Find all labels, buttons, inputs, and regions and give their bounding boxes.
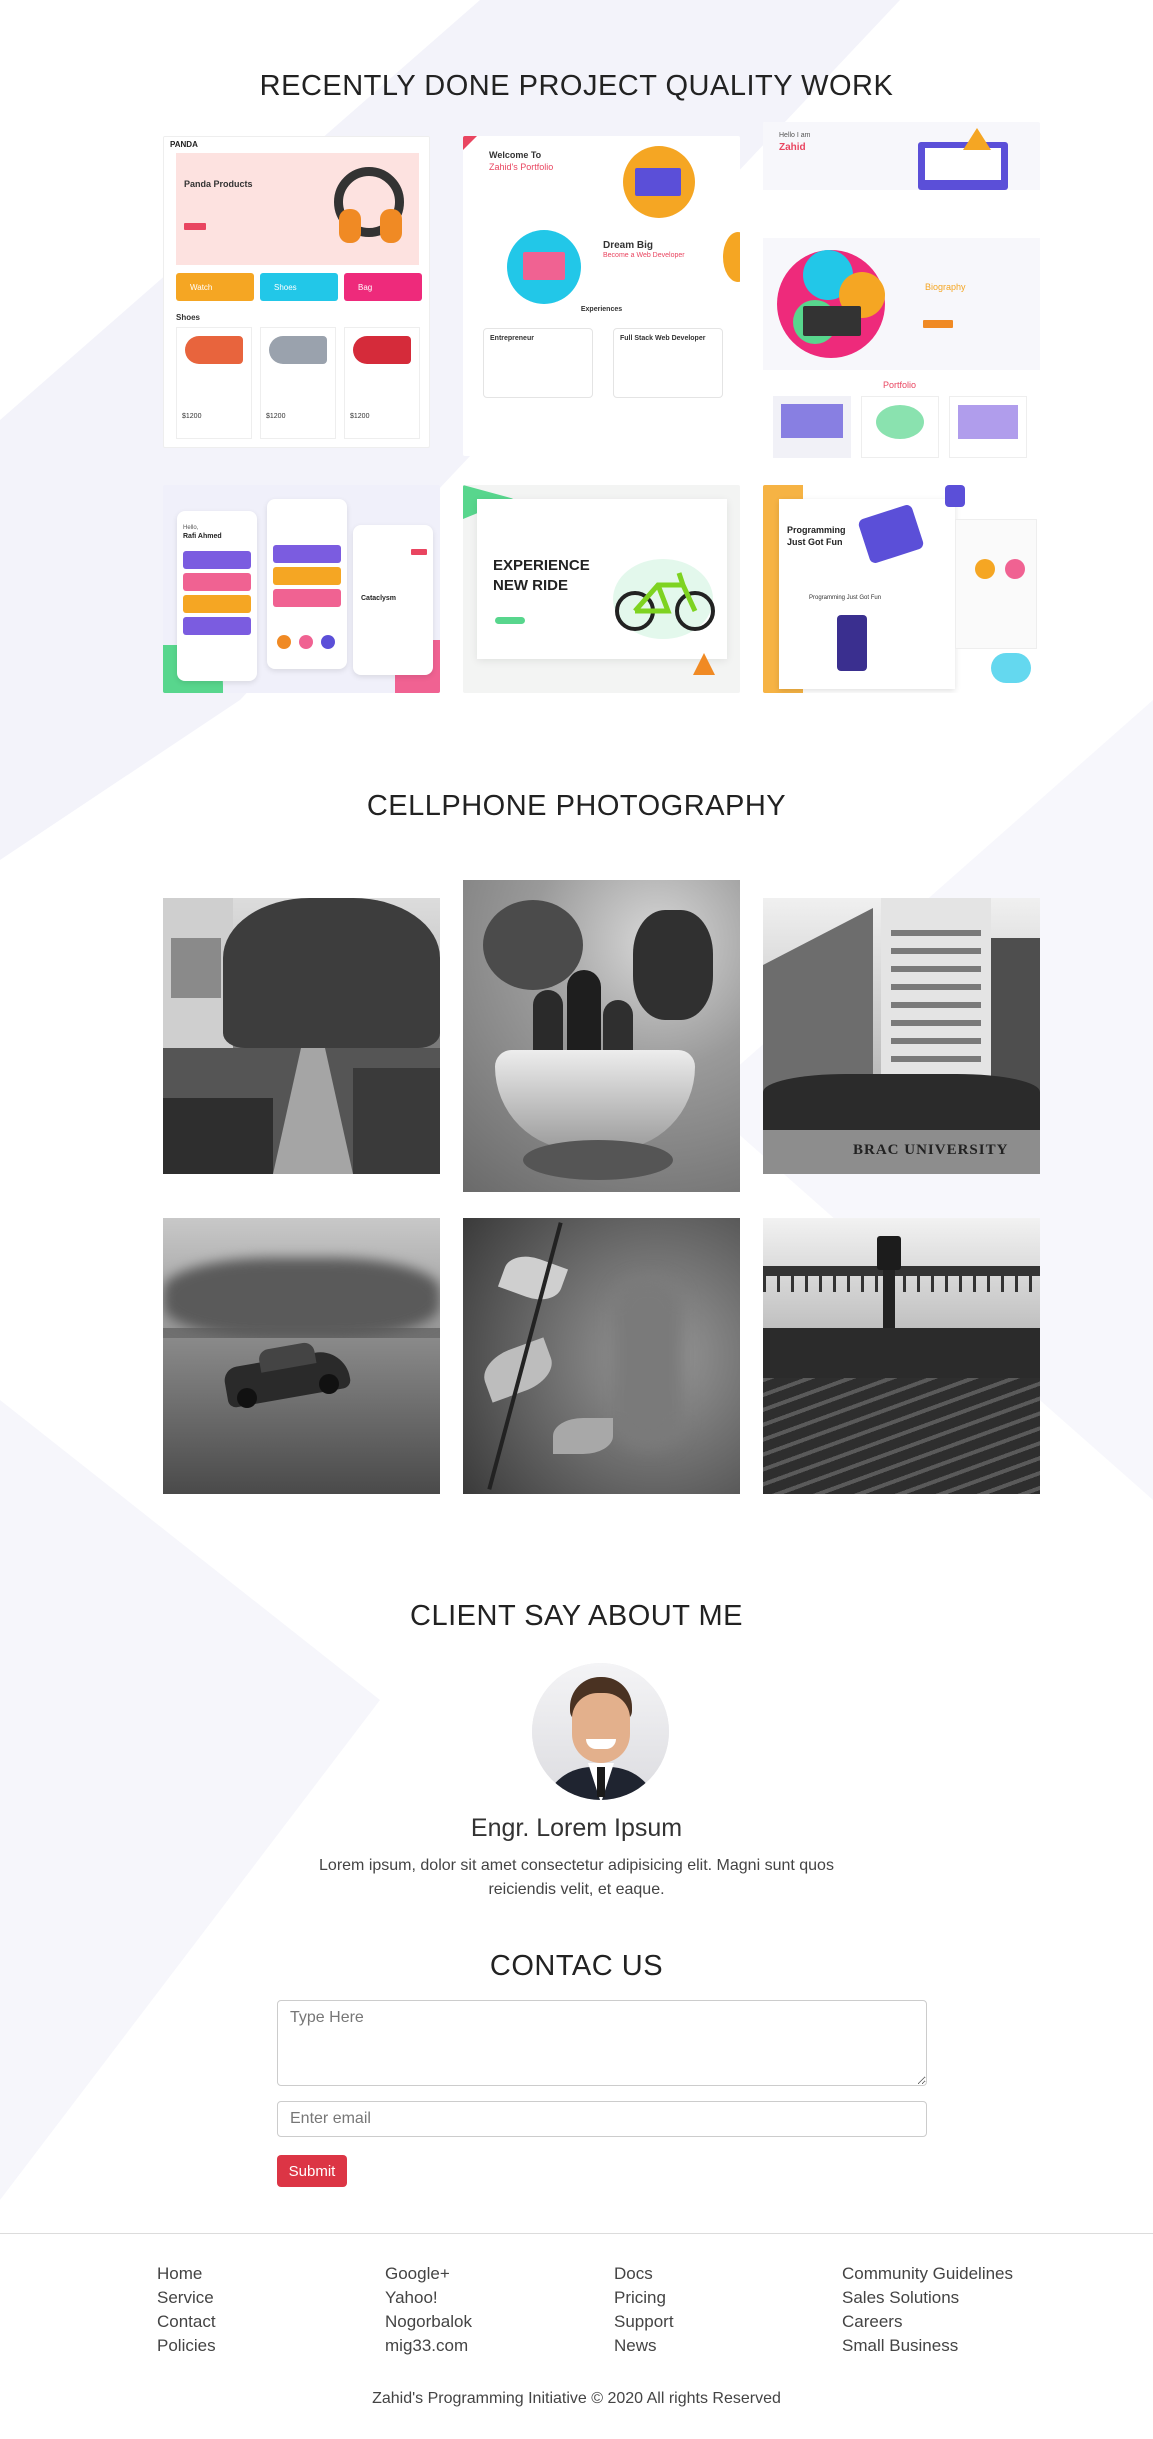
footer-column-1: Home Service Contact Policies [157, 2262, 216, 2358]
photo-pathway[interactable] [163, 898, 440, 1174]
price-1: $1200 [182, 413, 202, 420]
footer-link-community[interactable]: Community Guidelines [842, 2262, 1013, 2286]
email-input[interactable] [277, 2101, 927, 2137]
project-card-programming[interactable]: Programming Just Got Fun Programming Jus… [763, 485, 1040, 693]
bike-illustration [615, 572, 715, 631]
app-user: Rafi Ahmed [183, 533, 222, 540]
project-card-mobile-app[interactable]: Hello, Rafi Ahmed Cataclysm [163, 485, 440, 693]
photo-plant[interactable] [463, 1218, 740, 1494]
footer-link-home[interactable]: Home [157, 2262, 216, 2286]
brand-logo: PANDA [170, 140, 198, 149]
welcome-text: Welcome To [489, 150, 542, 160]
footer-link-careers[interactable]: Careers [842, 2310, 1013, 2334]
dream-sub: Become a Web Developer [603, 252, 685, 259]
price-3: $1200 [350, 413, 370, 420]
client-title: CLIENT SAY ABOUT ME [410, 1600, 743, 1632]
project-card-bike[interactable]: EXPERIENCE NEW RIDE [463, 485, 740, 693]
project-card-portfolio[interactable]: Welcome To Zahid's Portfolio Dream Big B… [463, 136, 740, 456]
portfolio-name: Zahid's Portfolio [489, 162, 554, 172]
programming-title: Programming [787, 525, 846, 535]
tile-watch: Watch [176, 273, 254, 301]
photo-cactus[interactable] [463, 880, 740, 1192]
price-2: $1200 [266, 413, 286, 420]
client-avatar [532, 1663, 669, 1800]
tile-bag: Bag [344, 273, 422, 301]
message-textarea[interactable] [277, 2000, 927, 2086]
footer-column-3: Docs Pricing Support News [614, 2262, 674, 2358]
photo-building[interactable]: BRAC UNIVERSITY [763, 898, 1040, 1174]
bike-line-2: NEW RIDE [493, 577, 568, 594]
photography-title: CELLPHONE PHOTOGRAPHY [366, 790, 787, 822]
project-card-panda[interactable]: PANDA Panda Products Watch Shoes Bag Sho… [163, 136, 430, 448]
footer-link-contact[interactable]: Contact [157, 2310, 216, 2334]
exp-fullstack: Full Stack Web Developer [613, 328, 723, 398]
footer-column-4: Community Guidelines Sales Solutions Car… [842, 2262, 1013, 2358]
footer-link-mig33[interactable]: mig33.com [385, 2334, 472, 2358]
footer-column-2: Google+ Yahoo! Nogorbalok mig33.com [385, 2262, 472, 2358]
footer-link-google[interactable]: Google+ [385, 2262, 472, 2286]
dream-big: Dream Big [603, 240, 654, 251]
projects-title: RECENTLY DONE PROJECT QUALITY WORK [259, 70, 894, 102]
client-name: Engr. Lorem Ipsum [470, 1814, 683, 1842]
footer-link-pricing[interactable]: Pricing [614, 2286, 674, 2310]
footer-link-yahoo[interactable]: Yahoo! [385, 2286, 472, 2310]
copyright-text: Zahid's Programming Initiative © 2020 Al… [372, 2390, 781, 2407]
submit-button[interactable]: Submit [277, 2155, 347, 2187]
footer-link-sales[interactable]: Sales Solutions [842, 2286, 1013, 2310]
footer-divider [0, 2233, 1153, 2234]
client-testimonial: Lorem ipsum, dolor sit amet consectetur … [319, 1857, 834, 1898]
hello-text: Hello I am [779, 132, 811, 139]
experiences-heading: Experiences [580, 306, 623, 313]
biography-heading: Biography [925, 282, 966, 292]
footer-link-support[interactable]: Support [614, 2310, 674, 2334]
footer-link-small-business[interactable]: Small Business [842, 2334, 1013, 2358]
footer-link-nogorbalok[interactable]: Nogorbalok [385, 2310, 472, 2334]
photo-toy-car[interactable] [163, 1218, 440, 1494]
section-shoes: Shoes [176, 313, 201, 322]
app-hello: Hello, [183, 525, 199, 531]
programming-sub: Just Got Fun [787, 537, 843, 547]
programming-label: Programming Just Got Fun [809, 595, 882, 601]
footer-link-service[interactable]: Service [157, 2286, 216, 2310]
footer-link-news[interactable]: News [614, 2334, 674, 2358]
brac-sign: BRAC UNIVERSITY [853, 1142, 1009, 1158]
footer-link-docs[interactable]: Docs [614, 2262, 674, 2286]
project-card-personal[interactable]: Hello I am Zahid Biography Portfolio [763, 122, 1040, 462]
contact-title: CONTAC US [489, 1950, 664, 1982]
project-title: Panda Products [184, 179, 253, 189]
photo-railway[interactable] [763, 1218, 1040, 1494]
exp-entrepreneur: Entrepreneur [483, 328, 593, 398]
footer-link-policies[interactable]: Policies [157, 2334, 216, 2358]
portfolio-heading: Portfolio [883, 380, 917, 390]
zahid-name: Zahid [779, 142, 806, 153]
tile-shoes: Shoes [260, 273, 338, 301]
bike-line-1: EXPERIENCE [493, 557, 590, 574]
app-screen-title: Cataclysm [361, 595, 397, 602]
